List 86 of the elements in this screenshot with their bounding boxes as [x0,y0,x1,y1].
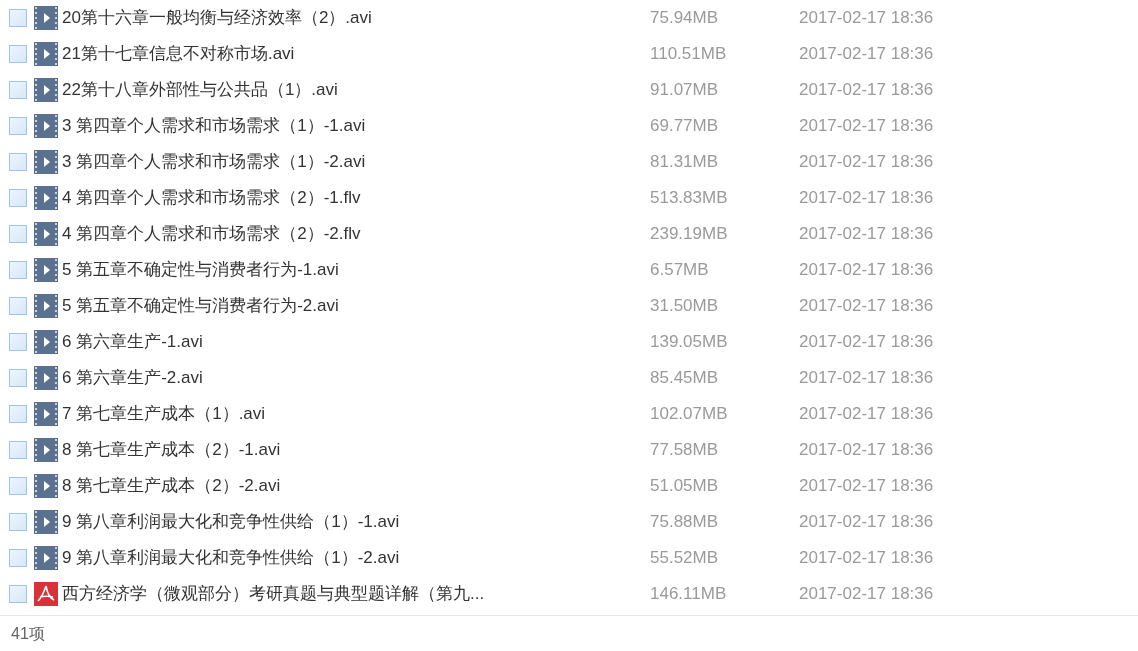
file-size: 6.57MB [650,259,710,282]
modified-date: 2017-02-17 18:36 [799,79,934,102]
modified-date: 2017-02-17 18:36 [799,511,934,534]
video-file-icon [34,366,58,390]
video-file-icon [34,222,58,246]
file-name[interactable]: 9 第八章利润最大化和竞争性供给（1）-2.avi [62,545,642,571]
video-file-icon [34,510,58,534]
file-name[interactable]: 西方经济学（微观部分）考研真题与典型题详解（第九... [62,581,642,607]
file-size: 102.07MB [650,403,729,426]
checkbox[interactable] [9,477,27,495]
file-size: 139.05MB [650,331,729,354]
item-count: 41项 [11,623,45,644]
file-name[interactable]: 9 第八章利润最大化和竞争性供给（1）-1.avi [62,509,642,535]
modified-date: 2017-02-17 18:36 [799,295,934,318]
modified-date: 2017-02-17 18:36 [799,115,934,138]
video-file-icon [34,402,58,426]
file-size: 513.83MB [650,187,729,210]
checkbox[interactable] [9,153,27,171]
checkbox[interactable] [9,441,27,459]
checkbox[interactable] [9,405,27,423]
modified-date: 2017-02-17 18:36 [799,223,934,246]
checkbox[interactable] [9,9,27,27]
file-size: 31.50MB [650,295,720,318]
checkbox[interactable] [9,81,27,99]
video-file-icon [34,330,58,354]
modified-date: 2017-02-17 18:36 [799,475,934,498]
checkbox[interactable] [9,189,27,207]
file-name[interactable]: 6 第六章生产-1.avi [62,329,642,355]
video-file-icon [34,438,58,462]
checkbox[interactable] [9,513,27,531]
checkbox[interactable] [9,585,27,603]
checkbox[interactable] [9,297,27,315]
file-name[interactable]: 22第十八章外部性与公共品（1）.avi [62,77,642,103]
modified-date: 2017-02-17 18:36 [799,547,934,570]
modified-date: 2017-02-17 18:36 [799,403,934,426]
file-name[interactable]: 21第十七章信息不对称市场.avi [62,41,642,67]
video-file-icon [34,294,58,318]
pdf-file-icon [34,582,58,606]
video-file-icon [34,150,58,174]
modified-date: 2017-02-17 18:36 [799,439,934,462]
file-name[interactable]: 5 第五章不确定性与消费者行为-1.avi [62,257,642,283]
video-file-icon [34,78,58,102]
modified-date: 2017-02-17 18:36 [799,187,934,210]
checkbox[interactable] [9,261,27,279]
video-file-icon [34,546,58,570]
modified-date: 2017-02-17 18:36 [799,259,934,282]
file-size: 55.52MB [650,547,720,570]
file-name[interactable]: 4 第四章个人需求和市场需求（2）-2.flv [62,221,642,247]
file-name[interactable]: 7 第七章生产成本（1）.avi [62,401,642,427]
video-file-icon [34,114,58,138]
video-file-icon [34,6,58,30]
file-size: 91.07MB [650,79,720,102]
modified-date: 2017-02-17 18:36 [799,331,934,354]
file-name[interactable]: 8 第七章生产成本（2）-1.avi [62,437,642,463]
file-name[interactable]: 3 第四章个人需求和市场需求（1）-1.avi [62,113,642,139]
file-size: 85.45MB [650,367,720,390]
file-size: 146.11MB [650,583,728,606]
modified-date: 2017-02-17 18:36 [799,43,934,66]
video-file-icon [34,258,58,282]
file-size: 69.77MB [650,115,720,138]
file-size: 239.19MB [650,223,729,246]
file-size: 75.94MB [650,7,720,30]
checkbox[interactable] [9,45,27,63]
file-size: 51.05MB [650,475,720,498]
modified-date: 2017-02-17 18:36 [799,7,934,30]
modified-date: 2017-02-17 18:36 [799,367,934,390]
checkbox[interactable] [9,225,27,243]
checkbox[interactable] [9,549,27,567]
video-file-icon [34,186,58,210]
file-size: 77.58MB [650,439,720,462]
modified-date: 2017-02-17 18:36 [799,583,934,606]
file-name[interactable]: 8 第七章生产成本（2）-2.avi [62,473,642,499]
checkbox[interactable] [9,333,27,351]
file-size: 110.51MB [650,43,728,66]
modified-date: 2017-02-17 18:36 [799,151,934,174]
file-name[interactable]: 6 第六章生产-2.avi [62,365,642,391]
video-file-icon [34,474,58,498]
file-size: 81.31MB [650,151,720,174]
file-name[interactable]: 4 第四章个人需求和市场需求（2）-1.flv [62,185,642,211]
video-file-icon [34,42,58,66]
checkbox[interactable] [9,117,27,135]
file-name[interactable]: 20第十六章一般均衡与经济效率（2）.avi [62,5,642,31]
checkbox[interactable] [9,369,27,387]
file-size: 75.88MB [650,511,720,534]
file-name[interactable]: 5 第五章不确定性与消费者行为-2.avi [62,293,642,319]
file-name[interactable]: 3 第四章个人需求和市场需求（1）-2.avi [62,149,642,175]
